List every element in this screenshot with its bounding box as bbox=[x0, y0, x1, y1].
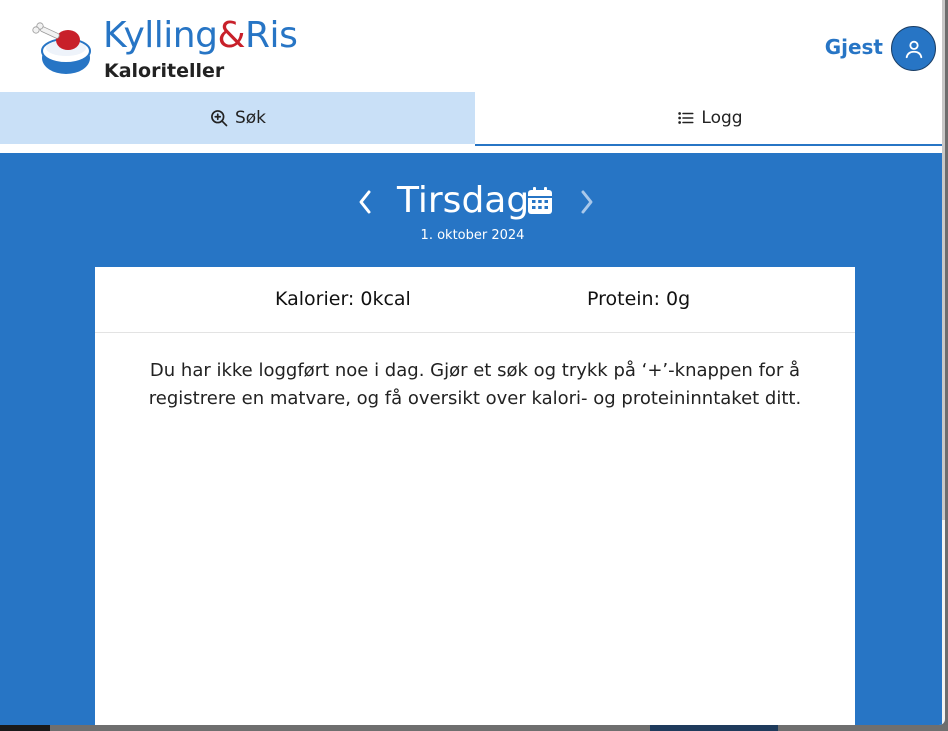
user-icon bbox=[905, 40, 922, 58]
weekday-title: Tirsdag bbox=[397, 180, 530, 221]
log-panel: Tirsdag 1. oktober 2024 Kalorier: 0kcal … bbox=[0, 153, 945, 725]
calendar-icon[interactable] bbox=[526, 186, 554, 216]
calories-total: Kalorier: 0kcal bbox=[275, 288, 411, 310]
header: Kylling&Ris Kaloriteller Gjest bbox=[0, 0, 945, 92]
tab-log[interactable]: Logg bbox=[475, 92, 945, 146]
empty-log-message: Du har ikke loggført noe i dag. Gjør et … bbox=[148, 360, 802, 409]
brand-title: Kylling&Ris bbox=[103, 14, 298, 58]
brand-ampersand: & bbox=[217, 15, 246, 56]
scrollbar-thumb[interactable] bbox=[942, 0, 945, 520]
taskbar-segment bbox=[0, 725, 50, 731]
tab-bar: Søk Logg bbox=[0, 92, 945, 146]
date-subtitle: 1. oktober 2024 bbox=[420, 228, 525, 243]
app-window: Kylling&Ris Kaloriteller Gjest Søk Logg … bbox=[0, 0, 945, 725]
daily-totals: Kalorier: 0kcal Protein: 0g bbox=[95, 267, 855, 333]
protein-total: Protein: 0g bbox=[587, 288, 691, 310]
taskbar-strip bbox=[0, 725, 948, 731]
tab-log-label: Logg bbox=[701, 108, 743, 128]
chicken-rice-logo bbox=[32, 22, 91, 74]
day-navigator: Tirsdag bbox=[0, 178, 945, 224]
chevron-right-icon[interactable] bbox=[574, 188, 598, 216]
taskbar-segment bbox=[650, 725, 778, 731]
user-avatar-button[interactable] bbox=[891, 26, 936, 71]
user-label[interactable]: Gjest bbox=[825, 35, 883, 59]
tab-search[interactable]: Søk bbox=[0, 92, 475, 144]
chevron-left-icon[interactable] bbox=[354, 188, 378, 216]
scrollbar[interactable] bbox=[942, 0, 945, 725]
zoom-in-icon bbox=[211, 110, 228, 127]
list-icon bbox=[678, 112, 694, 124]
daily-log-card: Kalorier: 0kcal Protein: 0g Du har ikke … bbox=[95, 267, 855, 725]
brand-part1: Kylling bbox=[103, 15, 218, 56]
brand-subtitle: Kaloriteller bbox=[104, 60, 225, 82]
tab-search-label: Søk bbox=[234, 108, 267, 128]
brand-part2: Ris bbox=[245, 15, 298, 56]
